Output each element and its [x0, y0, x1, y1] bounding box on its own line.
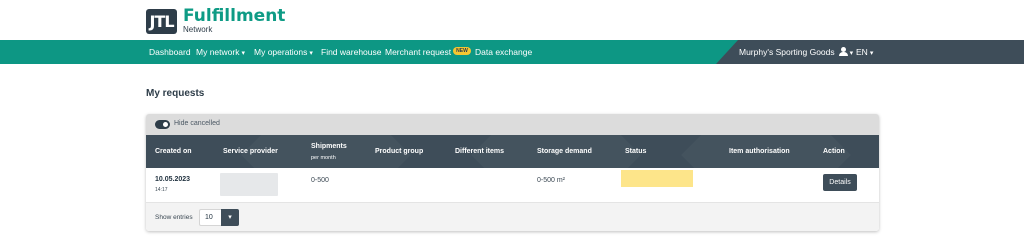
language-label: EN	[856, 47, 868, 57]
nav-item-dashboard[interactable]: Dashboard	[149, 40, 191, 64]
new-badge: NEW	[453, 47, 471, 55]
show-entries-label: Show entries	[155, 214, 193, 221]
nav-item-my-network[interactable]: My network ▾	[196, 40, 245, 64]
entries-value: 10	[205, 214, 213, 221]
created-date: 10.05.2023	[155, 176, 191, 183]
account-name: Murphy's Sporting Goods	[739, 47, 835, 57]
nav-item-label: Find warehouse	[321, 47, 382, 57]
col-product-group[interactable]: Product group	[375, 147, 423, 156]
entries-select[interactable]: 10 ▾	[199, 209, 239, 226]
status-badge	[621, 170, 693, 187]
chevron-down-icon: ▾	[869, 50, 874, 57]
nav-item-my-operations[interactable]: My operations ▾	[254, 40, 313, 64]
hide-cancelled-toggle[interactable]	[155, 120, 170, 129]
chevron-down-icon: ▾	[309, 50, 313, 57]
chevron-down-icon[interactable]: ▾	[221, 209, 239, 226]
created-time: 14:17	[155, 187, 168, 193]
nav-item-data-exchange[interactable]: Data exchange	[475, 40, 532, 64]
chevron-down-icon: ▾	[849, 50, 854, 57]
brand-logo[interactable]: JTL	[146, 9, 177, 34]
hide-cancelled-label[interactable]: Hide cancelled	[174, 119, 220, 129]
col-shipments-label: Shipments	[311, 143, 347, 150]
col-created-on[interactable]: Created on	[155, 147, 192, 156]
filter-bar: Hide cancelled	[146, 114, 879, 135]
table-footer: Show entries 10 ▾	[146, 202, 879, 231]
chevron-down-icon: ▾	[241, 50, 245, 57]
brand-sub: Network	[183, 25, 213, 34]
col-different-items[interactable]: Different items	[455, 147, 504, 156]
created-on-cell: 10.05.2023 14:17	[155, 175, 190, 195]
brand-name[interactable]: Fulfillment	[183, 7, 285, 25]
toggle-knob	[163, 122, 168, 127]
nav-item-label: Merchant request	[385, 47, 452, 57]
col-shipments-sub: per month	[311, 155, 336, 161]
nav-divider-slant	[716, 40, 738, 64]
nav-item-label: Dashboard	[149, 47, 191, 57]
service-provider-redacted	[220, 173, 278, 196]
account-menu[interactable]: Murphy's Sporting Goods ▾	[739, 40, 853, 64]
col-item-authorisation[interactable]: Item authorisation	[729, 147, 790, 156]
page-title: My requests	[146, 88, 205, 99]
table-row[interactable]: 10.05.2023 14:17 0-500 0-500 m² Details	[146, 168, 879, 202]
language-selector[interactable]: EN ▾	[856, 40, 873, 64]
requests-card: Hide cancelled Created on Service provid…	[146, 114, 879, 231]
nav-item-label: Data exchange	[475, 47, 533, 57]
col-shipments[interactable]: Shipments per month	[311, 142, 347, 163]
nav-item-label: My operations	[254, 47, 308, 57]
details-button[interactable]: Details	[823, 174, 857, 191]
col-service-provider[interactable]: Service provider	[223, 147, 278, 156]
app-header: JTL Fulfillment Network	[0, 0, 1024, 40]
col-status[interactable]: Status	[625, 147, 646, 156]
nav-item-label: My network	[196, 47, 240, 57]
col-action: Action	[823, 148, 845, 155]
nav-item-find-warehouse[interactable]: Find warehouse	[321, 40, 381, 64]
nav-item-merchant-request[interactable]: Merchant request NEW	[385, 40, 471, 64]
user-icon	[838, 47, 848, 56]
storage-demand-cell: 0-500 m²	[537, 177, 566, 184]
table-header: Created on Service provider Shipments pe…	[146, 135, 879, 168]
shipments-cell: 0-500	[311, 177, 329, 184]
col-storage-demand[interactable]: Storage demand	[537, 147, 592, 156]
